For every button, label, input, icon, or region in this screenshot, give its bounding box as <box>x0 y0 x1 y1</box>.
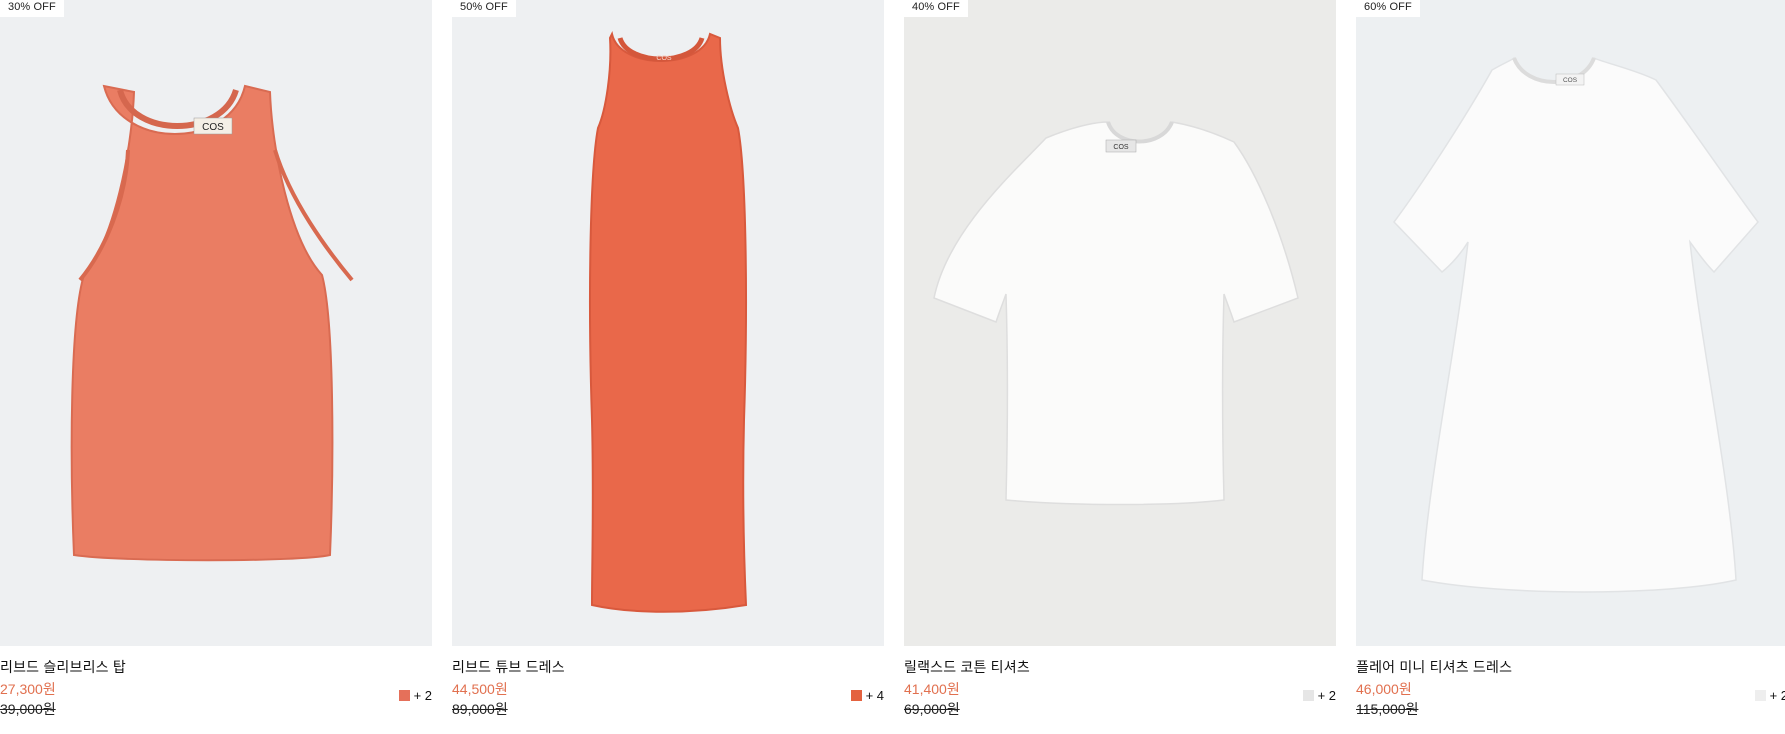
tube-dress-body <box>589 31 748 613</box>
product-name[interactable]: 리브드 슬리브리스 탑 <box>0 657 126 677</box>
product-image[interactable]: COS 30% OFF <box>0 0 432 646</box>
original-price: 69,000원 <box>904 701 960 717</box>
more-colors-count[interactable]: + 2 <box>1318 688 1336 703</box>
brand-label-text: COS <box>656 55 672 62</box>
discount-badge: 30% OFF <box>0 0 64 17</box>
tshirt-illustration: COS <box>904 0 1336 646</box>
color-swatches[interactable]: + 2 <box>1754 688 1785 703</box>
sale-price: 27,300원 <box>0 681 56 697</box>
color-swatches[interactable]: + 2 <box>1302 688 1336 703</box>
more-colors-count[interactable]: + 4 <box>866 688 884 703</box>
color-swatch[interactable] <box>850 690 862 701</box>
color-swatches[interactable]: + 4 <box>850 688 884 703</box>
brand-label-text: COS <box>1113 144 1129 151</box>
color-swatch[interactable] <box>1302 690 1314 701</box>
discount-badge: 50% OFF <box>452 0 516 17</box>
product-grid: COS 30% OFF 리브드 슬리브리스 탑 27,300원 39,000원 … <box>0 0 1785 734</box>
brand-label-text: COS <box>202 122 224 133</box>
discount-badge: 40% OFF <box>904 0 968 17</box>
product-card-ribbed-tube-dress: COS 50% OFF 리브드 튜브 드레스 44,500원 89,000원 +… <box>452 0 884 734</box>
tube-dress-illustration: COS <box>452 0 884 646</box>
tshirt-dress-illustration: COS <box>1356 0 1785 646</box>
product-image[interactable]: COS 50% OFF <box>452 0 884 646</box>
sale-price: 41,400원 <box>904 681 960 697</box>
more-colors-count[interactable]: + 2 <box>414 688 432 703</box>
product-name[interactable]: 리브드 튜브 드레스 <box>452 657 565 677</box>
discount-badge: 60% OFF <box>1356 0 1420 17</box>
original-price: 115,000원 <box>1356 701 1419 717</box>
product-card-flare-mini-dress: COS 60% OFF 플레어 미니 티셔츠 드레스 46,000원 115,0… <box>1356 0 1785 734</box>
more-colors-count[interactable]: + 2 <box>1770 688 1785 703</box>
product-info: 플레어 미니 티셔츠 드레스 46,000원 115,000원 + 2 <box>1356 654 1785 734</box>
product-card-relaxed-tshirt: COS 40% OFF 릴랙스드 코튼 티셔츠 41,400원 69,000원 … <box>904 0 1336 734</box>
color-swatch[interactable] <box>1754 690 1766 701</box>
original-price: 89,000원 <box>452 701 508 717</box>
product-info: 리브드 튜브 드레스 44,500원 89,000원 + 4 <box>452 654 884 734</box>
color-swatch[interactable] <box>398 690 410 701</box>
product-info: 리브드 슬리브리스 탑 27,300원 39,000원 + 2 <box>0 654 432 734</box>
original-price: 39,000원 <box>0 701 56 717</box>
product-card-ribbed-tank: COS 30% OFF 리브드 슬리브리스 탑 27,300원 39,000원 … <box>0 0 432 734</box>
product-image[interactable]: COS 40% OFF <box>904 0 1336 646</box>
color-swatches[interactable]: + 2 <box>398 688 432 703</box>
product-info: 릴랙스드 코튼 티셔츠 41,400원 69,000원 + 2 <box>904 654 1336 734</box>
sale-price: 46,000원 <box>1356 681 1412 697</box>
product-listing-page: COS 30% OFF 리브드 슬리브리스 탑 27,300원 39,000원 … <box>0 0 1785 734</box>
product-name[interactable]: 릴랙스드 코튼 티셔츠 <box>904 657 1030 677</box>
product-image[interactable]: COS 60% OFF <box>1356 0 1785 646</box>
brand-label-text: COS <box>1563 77 1578 84</box>
tank-top-illustration: COS <box>0 0 432 646</box>
product-name[interactable]: 플레어 미니 티셔츠 드레스 <box>1356 657 1512 677</box>
sale-price: 44,500원 <box>452 681 508 697</box>
